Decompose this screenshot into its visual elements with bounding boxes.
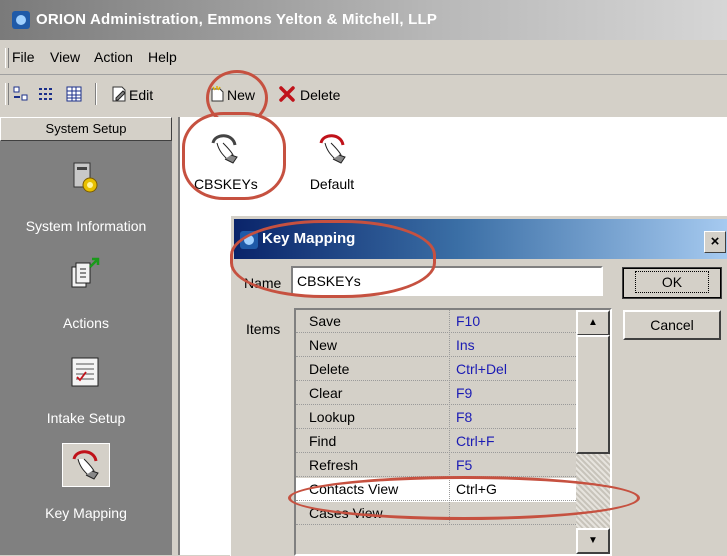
new-document-icon[interactable] (209, 86, 225, 102)
content-item-default[interactable]: Default (302, 127, 362, 192)
scroll-down-arrow-icon[interactable]: ▼ (576, 528, 610, 554)
content-item-label: Default (309, 176, 355, 192)
table-row[interactable]: New Ins (296, 334, 576, 358)
scroll-up-arrow-icon[interactable]: ▲ (576, 310, 610, 336)
table-row[interactable]: Delete Ctrl+Del (296, 358, 576, 382)
toolbar: Edit New Delete (0, 75, 727, 115)
row-key (451, 502, 576, 525)
row-action: Contacts View (296, 478, 450, 501)
details-view-icon[interactable] (66, 86, 82, 102)
menu-file[interactable]: File (12, 49, 35, 65)
scroll-thumb[interactable] (576, 335, 610, 454)
row-key: Ins (451, 334, 576, 357)
content-item-cbskeys[interactable]: CBSKEYs (194, 127, 258, 192)
toolbar-grip (5, 83, 9, 105)
table-row-selected[interactable]: Contacts View Ctrl+G (296, 478, 576, 502)
row-key: F10 (451, 310, 576, 333)
menu-help[interactable]: Help (148, 49, 177, 65)
edit-document-icon[interactable] (111, 86, 127, 102)
row-action: Refresh (296, 454, 450, 477)
row-key: F9 (451, 382, 576, 405)
window-title-bar: ORION Administration, Emmons Yelton & Mi… (0, 0, 727, 40)
key-mapping-grid[interactable]: Save F10 New Ins Delete Ctrl+Del Clear F… (294, 308, 612, 556)
toolbar-separator (95, 83, 97, 105)
row-action: Save (296, 310, 450, 333)
row-key: F8 (451, 406, 576, 429)
left-item-intake-setup[interactable]: Intake Setup (0, 410, 172, 426)
table-row[interactable]: Find Ctrl+F (296, 430, 576, 454)
row-key: F5 (451, 454, 576, 477)
row-key: Ctrl+F (451, 430, 576, 453)
menu-bar: File View Action Help (0, 40, 727, 75)
row-action: Delete (296, 358, 450, 381)
left-panel: System Setup System Information Actions … (0, 117, 172, 555)
hand-key-icon (211, 134, 238, 164)
small-icons-view-icon[interactable] (38, 86, 54, 102)
edit-button[interactable]: Edit (129, 87, 153, 103)
table-row[interactable]: Clear F9 (296, 382, 576, 406)
menu-view[interactable]: View (50, 49, 80, 65)
table-row[interactable]: Lookup F8 (296, 406, 576, 430)
name-field[interactable] (291, 266, 603, 296)
row-key: Ctrl+G (451, 478, 576, 501)
large-icons-view-icon[interactable] (13, 86, 29, 102)
cancel-button[interactable]: Cancel (623, 310, 721, 340)
row-key: Ctrl+Del (451, 358, 576, 381)
grid-scrollbar[interactable]: ▲ ▼ (576, 310, 610, 554)
row-action: Lookup (296, 406, 450, 429)
ok-button[interactable]: OK (622, 267, 722, 299)
system-setup-header[interactable]: System Setup (0, 117, 172, 141)
table-row[interactable]: Save F10 (296, 310, 576, 334)
left-item-key-mapping[interactable]: Key Mapping (0, 505, 172, 521)
dialog-title: Key Mapping (262, 230, 356, 247)
left-item-system-information[interactable]: System Information (0, 218, 172, 234)
orion-app-icon (12, 11, 30, 29)
orion-app-icon (240, 231, 258, 249)
items-label: Items (246, 321, 281, 337)
menu-action[interactable]: Action (94, 49, 133, 65)
dialog-title-bar: Key Mapping × (234, 219, 727, 259)
ok-button-label: OK (634, 271, 710, 293)
left-item-actions[interactable]: Actions (0, 315, 172, 331)
hand-key-icon (319, 134, 346, 164)
table-row[interactable]: Cases View (296, 502, 576, 526)
menu-grip (5, 48, 9, 68)
window-title: ORION Administration, Emmons Yelton & Mi… (36, 11, 438, 28)
name-label: Name (244, 275, 282, 291)
gear-computer-icon[interactable] (68, 161, 102, 195)
content-item-label: CBSKEYs (194, 176, 258, 192)
new-button[interactable]: New (227, 87, 255, 103)
row-action: Cases View (296, 502, 450, 525)
documents-arrow-icon[interactable] (68, 257, 102, 291)
close-button[interactable]: × (704, 231, 726, 253)
row-action: New (296, 334, 450, 357)
row-action: Find (296, 430, 450, 453)
form-checklist-icon[interactable] (68, 355, 102, 389)
key-mapping-dialog: Key Mapping × Name OK Cancel Items Save … (230, 215, 727, 556)
delete-x-icon[interactable] (279, 86, 295, 102)
table-row[interactable]: Refresh F5 (296, 454, 576, 478)
row-action: Clear (296, 382, 450, 405)
hand-key-icon[interactable] (68, 447, 102, 481)
delete-button[interactable]: Delete (300, 87, 340, 103)
